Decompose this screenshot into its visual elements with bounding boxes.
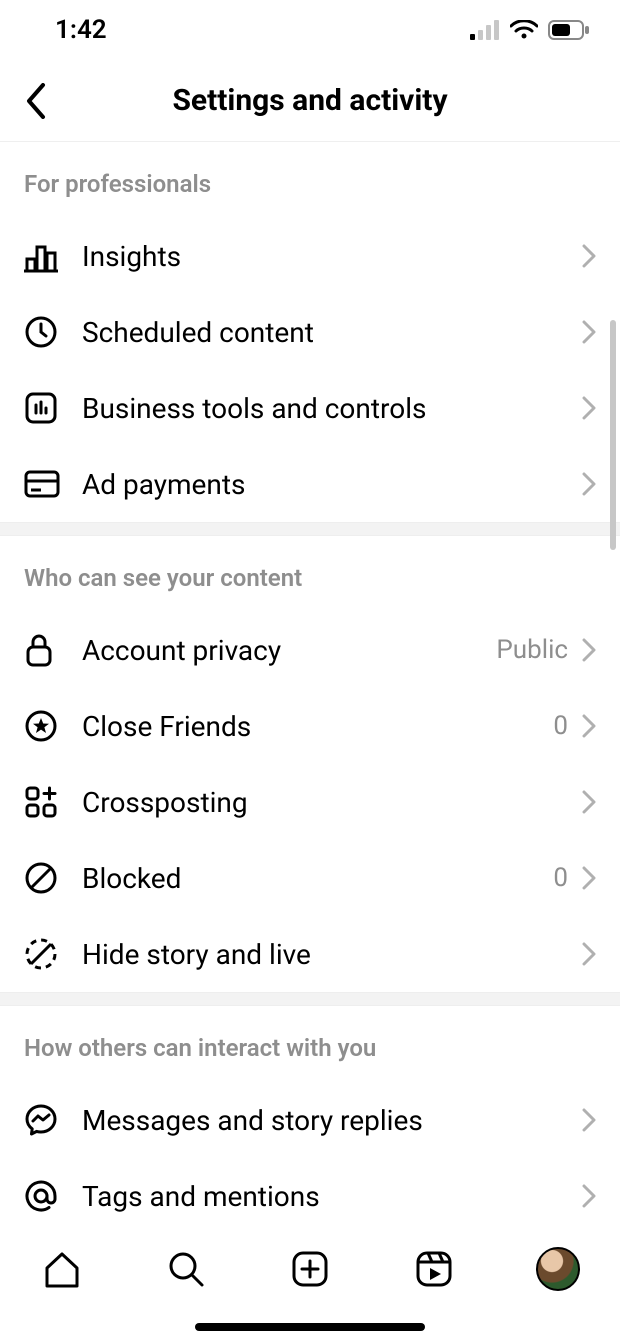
page-header: Settings and activity [0, 60, 620, 142]
row-value: 0 [553, 863, 568, 893]
chevron-right-icon [582, 244, 596, 268]
wifi-icon [510, 20, 538, 40]
section-header-interact: How others can interact with you [0, 1006, 620, 1082]
row-label: Account privacy [82, 634, 496, 667]
row-label: Hide story and live [82, 938, 582, 971]
search-icon [165, 1248, 207, 1290]
star-circle-icon [24, 709, 58, 743]
chevron-right-icon [582, 638, 596, 662]
row-value: Public [496, 635, 568, 665]
page-title: Settings and activity [0, 83, 620, 118]
chevron-right-icon [582, 942, 596, 966]
profile-avatar-icon [536, 1247, 580, 1291]
row-blocked[interactable]: Blocked 0 [0, 840, 620, 916]
settings-content: For professionals Insights Schedul [0, 142, 620, 1221]
row-label: Crossposting [82, 786, 582, 819]
status-time: 1:42 [55, 15, 107, 45]
row-ad-payments[interactable]: Ad payments [0, 446, 620, 522]
section-header-professionals: For professionals [0, 142, 620, 218]
status-indicators [470, 20, 590, 40]
row-label: Blocked [82, 862, 553, 895]
chevron-left-icon [25, 83, 47, 119]
row-value: 0 [553, 711, 568, 741]
chevron-right-icon [582, 1108, 596, 1132]
section-divider [0, 522, 620, 536]
chevron-right-icon [582, 790, 596, 814]
chevron-right-icon [582, 396, 596, 420]
section-divider [0, 992, 620, 1006]
row-tags[interactable]: Tags and mentions [0, 1158, 620, 1221]
lock-icon [24, 632, 54, 668]
create-icon [289, 1248, 331, 1290]
home-indicator [195, 1323, 425, 1331]
chevron-right-icon [582, 1184, 596, 1208]
home-icon [41, 1248, 83, 1290]
row-label: Business tools and controls [82, 392, 582, 425]
insights-icon [24, 239, 58, 273]
row-label: Scheduled content [82, 316, 582, 349]
chevron-right-icon [582, 714, 596, 738]
section-header-privacy: Who can see your content [0, 536, 620, 612]
mention-icon [24, 1179, 58, 1213]
row-hide-story[interactable]: Hide story and live [0, 916, 620, 992]
row-insights[interactable]: Insights [0, 218, 620, 294]
row-label: Insights [82, 240, 582, 273]
tab-search[interactable] [150, 1239, 222, 1299]
chevron-right-icon [582, 866, 596, 890]
back-button[interactable] [16, 81, 56, 121]
tab-home[interactable] [26, 1239, 98, 1299]
chevron-right-icon [582, 472, 596, 496]
row-close-friends[interactable]: Close Friends 0 [0, 688, 620, 764]
row-label: Tags and mentions [82, 1180, 582, 1213]
chevron-right-icon [582, 320, 596, 344]
blocked-icon [24, 861, 58, 895]
row-label: Close Friends [82, 710, 553, 743]
row-crossposting[interactable]: Crossposting [0, 764, 620, 840]
tab-create[interactable] [274, 1239, 346, 1299]
tab-reels[interactable] [398, 1239, 470, 1299]
messenger-icon [24, 1103, 58, 1137]
row-account-privacy[interactable]: Account privacy Public [0, 612, 620, 688]
hide-story-icon [24, 937, 58, 971]
status-bar: 1:42 [0, 0, 620, 60]
card-icon [24, 470, 60, 498]
reels-icon [413, 1248, 455, 1290]
scroll-indicator [610, 320, 616, 550]
crossposting-icon [24, 785, 58, 819]
clock-icon [24, 315, 58, 349]
row-label: Ad payments [82, 468, 582, 501]
row-messages[interactable]: Messages and story replies [0, 1082, 620, 1158]
business-tools-icon [24, 391, 58, 425]
tab-profile[interactable] [522, 1239, 594, 1299]
cellular-icon [470, 20, 500, 40]
row-label: Messages and story replies [82, 1104, 582, 1137]
row-business-tools[interactable]: Business tools and controls [0, 370, 620, 446]
row-scheduled-content[interactable]: Scheduled content [0, 294, 620, 370]
battery-icon [548, 20, 590, 40]
